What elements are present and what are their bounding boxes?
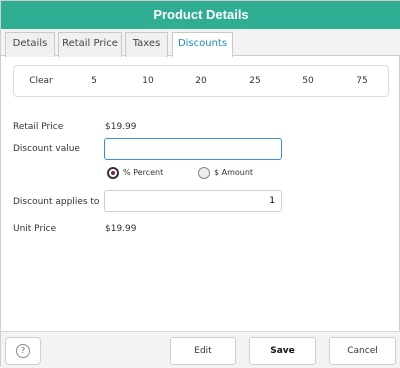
- unit-price-label: Unit Price: [13, 224, 57, 234]
- quick-discount-bar: Clear 5 10 20 25 50 75: [13, 65, 389, 97]
- quick-25-button[interactable]: 25: [235, 66, 275, 96]
- cancel-button[interactable]: Cancel: [329, 337, 396, 365]
- dialog-title: Product Details: [1, 1, 400, 29]
- quick-5-button[interactable]: 5: [74, 66, 114, 96]
- discount-applies-input[interactable]: [104, 190, 282, 212]
- discount-value-label: Discount value: [13, 144, 80, 154]
- quick-50-button[interactable]: 50: [288, 66, 328, 96]
- quick-20-button[interactable]: 20: [181, 66, 221, 96]
- quick-clear-button[interactable]: Clear: [18, 66, 64, 96]
- radio-selected-dot: [111, 171, 115, 175]
- product-details-dialog: Product Details Details Retail Price Tax…: [0, 0, 400, 368]
- quick-10-button[interactable]: 10: [128, 66, 168, 96]
- retail-price-value: $19.99: [105, 122, 137, 132]
- tab-retail-price[interactable]: Retail Price: [58, 32, 122, 57]
- percent-radio[interactable]: [107, 167, 119, 179]
- quick-75-button[interactable]: 75: [342, 66, 382, 96]
- tab-discounts[interactable]: Discounts: [172, 32, 233, 57]
- amount-radio-option[interactable]: $ Amount: [198, 167, 270, 181]
- edit-button[interactable]: Edit: [170, 337, 236, 365]
- amount-radio-label: $ Amount: [214, 168, 254, 177]
- percent-radio-option[interactable]: % Percent: [107, 167, 179, 181]
- help-button[interactable]: ?: [5, 337, 41, 365]
- dialog-footer: ? Edit Save Cancel: [1, 331, 400, 368]
- discount-applies-label: Discount applies to: [13, 197, 100, 207]
- tab-details[interactable]: Details: [5, 32, 55, 57]
- amount-radio[interactable]: [198, 167, 210, 179]
- help-icon: ?: [16, 344, 30, 358]
- save-button[interactable]: Save: [249, 337, 316, 365]
- retail-price-label: Retail Price: [13, 122, 64, 132]
- percent-radio-label: % Percent: [123, 168, 164, 177]
- tab-bar: Details Retail Price Taxes Discounts: [1, 29, 400, 57]
- discount-value-input[interactable]: [104, 138, 282, 160]
- tab-taxes[interactable]: Taxes: [125, 32, 168, 57]
- unit-price-value: $19.99: [105, 224, 137, 234]
